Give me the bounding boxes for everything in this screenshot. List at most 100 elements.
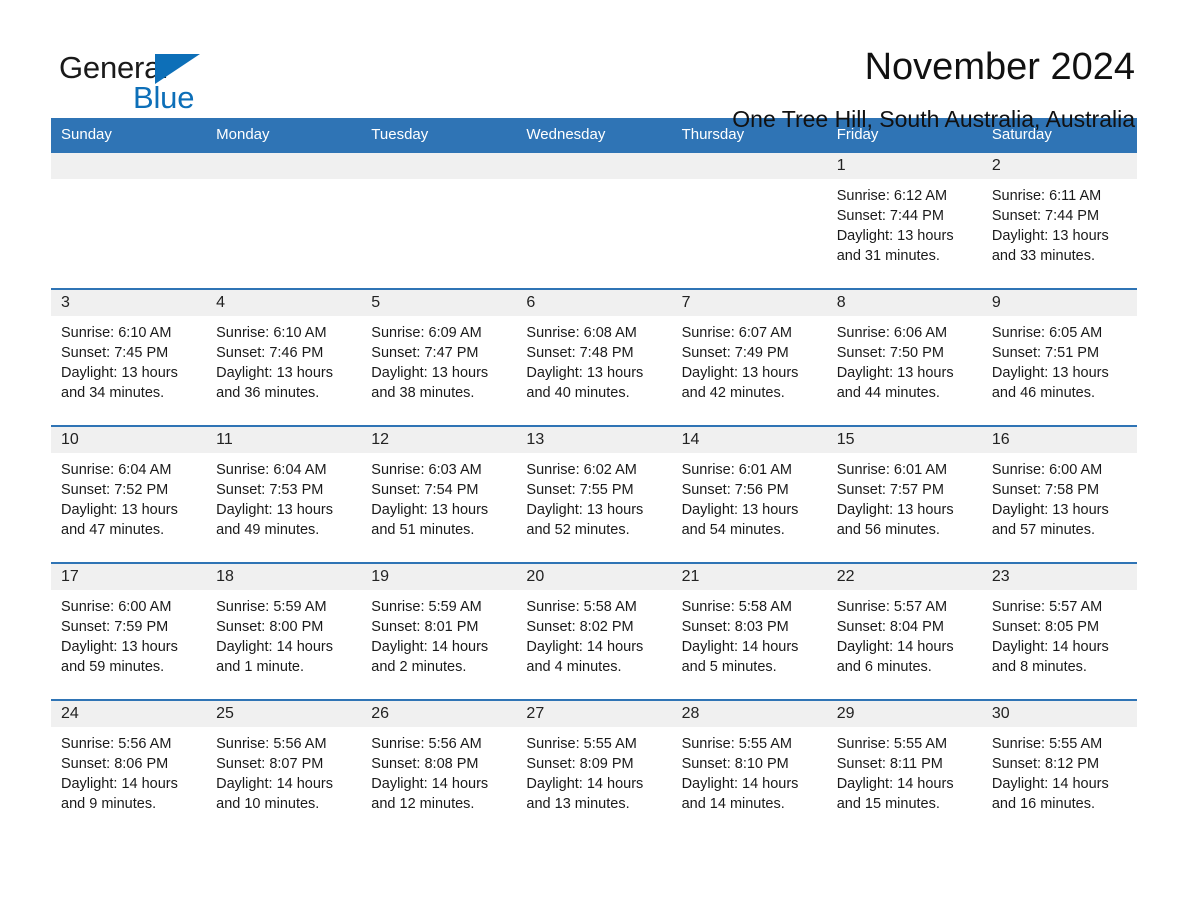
day-detail-line: and 10 minutes. <box>216 796 320 812</box>
calendar-day-cell[interactable]: 17 Sunrise: 6:00 AM Sunset: 7:59 PM Dayligh… <box>51 562 207 700</box>
day-details: Sunrise: 5:55 AM Sunset: 8:09 PM Daylight:… <box>516 727 671 814</box>
day-detail-line: and 33 minutes. <box>991 248 1096 264</box>
day-detail-line: Daylight: 13 hours <box>216 365 334 381</box>
day-detail-line: Sunset: 8:11 PM <box>836 756 943 772</box>
calendar-day-cell[interactable]: 3 Sunrise: 6:10 AM Sunset: 7:45 PM Daylight… <box>51 288 207 426</box>
day-number: 17 <box>51 564 207 590</box>
day-detail-line: Sunset: 8:06 PM <box>61 756 169 772</box>
day-number: 13 <box>516 427 672 453</box>
page-header: General Blue November 2024 One Tree Hill… <box>51 0 1137 132</box>
day-number: 24 <box>51 701 207 727</box>
day-detail-line: Sunset: 7:48 PM <box>526 345 634 361</box>
calendar-day-cell[interactable]: 15 Sunrise: 6:01 AM Sunset: 7:57 PM Dayligh… <box>826 425 982 563</box>
page-subtitle: One Tree Hill, South Australia, Australi… <box>732 106 1135 132</box>
calendar-day-cell[interactable]: 10 Sunrise: 6:04 AM Sunset: 7:52 PM Dayligh… <box>51 425 207 563</box>
calendar-day-cell[interactable]: 19 Sunrise: 5:59 AM Sunset: 8:01 PM Dayligh… <box>361 562 517 700</box>
day-details: Sunrise: 5:58 AM Sunset: 8:02 PM Daylight:… <box>516 590 671 677</box>
day-details: Sunrise: 6:06 AM Sunset: 7:50 PM Daylight:… <box>827 316 982 403</box>
calendar-day-cell[interactable]: 14 Sunrise: 6:01 AM Sunset: 7:56 PM Dayligh… <box>671 425 827 563</box>
day-number: 23 <box>981 564 1137 590</box>
generalblue-logo[interactable]: General Blue <box>59 44 229 115</box>
day-detail-line: Sunrise: 6:12 AM <box>836 188 948 204</box>
day-number: 29 <box>826 701 982 727</box>
day-detail-line: Daylight: 13 hours <box>61 365 178 381</box>
calendar-day-cell[interactable]: 28 Sunrise: 5:55 AM Sunset: 8:10 PM Dayligh… <box>671 699 827 836</box>
day-number: 21 <box>671 564 827 590</box>
day-details: Sunrise: 6:00 AM Sunset: 7:58 PM Daylight:… <box>982 453 1137 540</box>
day-detail-line: Sunset: 7:46 PM <box>216 345 324 361</box>
calendar-day-cell-empty[interactable] <box>51 153 207 289</box>
calendar-day-cell[interactable]: 2 Sunrise: 6:11 AM Sunset: 7:44 PM Daylight… <box>981 153 1137 289</box>
day-details <box>51 179 206 186</box>
day-detail-line: Daylight: 13 hours <box>681 502 799 518</box>
calendar-day-cell[interactable]: 29 Sunrise: 5:55 AM Sunset: 8:11 PM Dayligh… <box>826 699 982 836</box>
calendar-day-cell[interactable]: 11 Sunrise: 6:04 AM Sunset: 7:53 PM Dayligh… <box>206 425 362 563</box>
day-detail-line: Sunset: 7:52 PM <box>61 482 169 498</box>
day-details: Sunrise: 6:05 AM Sunset: 7:51 PM Daylight:… <box>982 316 1137 403</box>
logo-text-blue: Blue <box>133 80 195 115</box>
day-detail-line: Sunset: 8:00 PM <box>216 619 324 635</box>
day-detail-line: Daylight: 13 hours <box>681 365 799 381</box>
day-number: 25 <box>206 701 362 727</box>
day-details <box>516 179 671 186</box>
day-number: 27 <box>516 701 672 727</box>
calendar-day-cell[interactable]: 13 Sunrise: 6:02 AM Sunset: 7:55 PM Dayligh… <box>516 425 672 563</box>
calendar-day-cell[interactable]: 21 Sunrise: 5:58 AM Sunset: 8:03 PM Dayligh… <box>671 562 827 700</box>
day-detail-line: Daylight: 14 hours <box>836 639 954 655</box>
calendar-day-cell[interactable]: 7 Sunrise: 6:07 AM Sunset: 7:49 PM Daylight… <box>671 288 827 426</box>
calendar-day-cell[interactable]: 8 Sunrise: 6:06 AM Sunset: 7:50 PM Daylight… <box>826 288 982 426</box>
day-detail-line: and 56 minutes. <box>836 522 940 538</box>
weekday-header-sunday: Sunday <box>51 118 207 153</box>
day-details: Sunrise: 6:04 AM Sunset: 7:52 PM Daylight:… <box>51 453 206 540</box>
day-detail-line: Sunset: 7:55 PM <box>526 482 634 498</box>
day-number: 7 <box>671 290 827 316</box>
calendar-day-cell[interactable]: 5 Sunrise: 6:09 AM Sunset: 7:47 PM Daylight… <box>361 288 517 426</box>
calendar-day-cell[interactable]: 23 Sunrise: 5:57 AM Sunset: 8:05 PM Dayligh… <box>981 562 1137 700</box>
day-number: 30 <box>981 701 1137 727</box>
day-details: Sunrise: 6:01 AM Sunset: 7:56 PM Daylight:… <box>672 453 827 540</box>
day-detail-line: Sunrise: 6:11 AM <box>991 188 1102 204</box>
day-detail-line: Sunset: 8:09 PM <box>526 756 634 772</box>
calendar-day-cell[interactable]: 18 Sunrise: 5:59 AM Sunset: 8:00 PM Dayligh… <box>206 562 362 700</box>
day-detail-line: and 31 minutes. <box>836 248 940 264</box>
day-detail-line: and 40 minutes. <box>526 385 630 401</box>
day-detail-line: Sunrise: 5:59 AM <box>371 599 482 615</box>
calendar-day-cell-empty[interactable] <box>516 153 672 289</box>
calendar-day-cell[interactable]: 4 Sunrise: 6:10 AM Sunset: 7:46 PM Daylight… <box>206 288 362 426</box>
calendar-day-cell[interactable]: 9 Sunrise: 6:05 AM Sunset: 7:51 PM Daylight… <box>981 288 1137 426</box>
day-detail-line: Daylight: 13 hours <box>216 502 334 518</box>
weekday-header-wednesday: Wednesday <box>516 118 672 153</box>
day-detail-line: Sunrise: 6:00 AM <box>61 599 172 615</box>
calendar-day-cell[interactable]: 27 Sunrise: 5:55 AM Sunset: 8:09 PM Dayligh… <box>516 699 672 836</box>
calendar-day-cell[interactable]: 20 Sunrise: 5:58 AM Sunset: 8:02 PM Dayligh… <box>516 562 672 700</box>
day-detail-line: Daylight: 13 hours <box>526 365 644 381</box>
calendar-day-cell[interactable]: 25 Sunrise: 5:56 AM Sunset: 8:07 PM Dayligh… <box>206 699 362 836</box>
day-detail-line: Sunset: 7:45 PM <box>61 345 169 361</box>
day-detail-line: Sunrise: 6:07 AM <box>681 325 792 341</box>
calendar-week-row: 1 Sunrise: 6:12 AM Sunset: 7:44 PM Daylight… <box>51 153 1137 289</box>
day-number: 8 <box>826 290 982 316</box>
day-detail-line: and 34 minutes. <box>61 385 165 401</box>
day-detail-line: and 44 minutes. <box>836 385 940 401</box>
calendar-day-cell[interactable]: 16 Sunrise: 6:00 AM Sunset: 7:58 PM Dayligh… <box>981 425 1137 563</box>
day-details: Sunrise: 5:56 AM Sunset: 8:06 PM Daylight:… <box>51 727 206 814</box>
calendar-day-cell[interactable]: 22 Sunrise: 5:57 AM Sunset: 8:04 PM Dayligh… <box>826 562 982 700</box>
calendar-day-cell[interactable]: 12 Sunrise: 6:03 AM Sunset: 7:54 PM Dayligh… <box>361 425 517 563</box>
day-detail-line: and 5 minutes. <box>681 659 777 675</box>
day-detail-line: Daylight: 14 hours <box>681 639 799 655</box>
day-detail-line: Sunrise: 5:57 AM <box>991 599 1103 615</box>
calendar-day-cell[interactable]: 1 Sunrise: 6:12 AM Sunset: 7:44 PM Daylight… <box>826 153 982 289</box>
day-detail-line: Daylight: 14 hours <box>526 639 644 655</box>
day-details: Sunrise: 5:56 AM Sunset: 8:07 PM Daylight:… <box>206 727 361 814</box>
calendar-day-cell[interactable]: 30 Sunrise: 5:55 AM Sunset: 8:12 PM Dayligh… <box>981 699 1137 836</box>
calendar-day-cell[interactable]: 26 Sunrise: 5:56 AM Sunset: 8:08 PM Dayligh… <box>361 699 517 836</box>
calendar-day-cell-empty[interactable] <box>671 153 827 289</box>
calendar-day-cell[interactable]: 24 Sunrise: 5:56 AM Sunset: 8:06 PM Dayligh… <box>51 699 207 836</box>
day-details: Sunrise: 5:57 AM Sunset: 8:05 PM Daylight:… <box>982 590 1137 677</box>
calendar-day-cell[interactable]: 6 Sunrise: 6:08 AM Sunset: 7:48 PM Daylight… <box>516 288 672 426</box>
day-number <box>51 153 207 179</box>
calendar-day-cell-empty[interactable] <box>361 153 517 289</box>
day-detail-line: Sunrise: 6:02 AM <box>526 462 637 478</box>
calendar-day-cell-empty[interactable] <box>206 153 362 289</box>
day-number: 19 <box>361 564 517 590</box>
